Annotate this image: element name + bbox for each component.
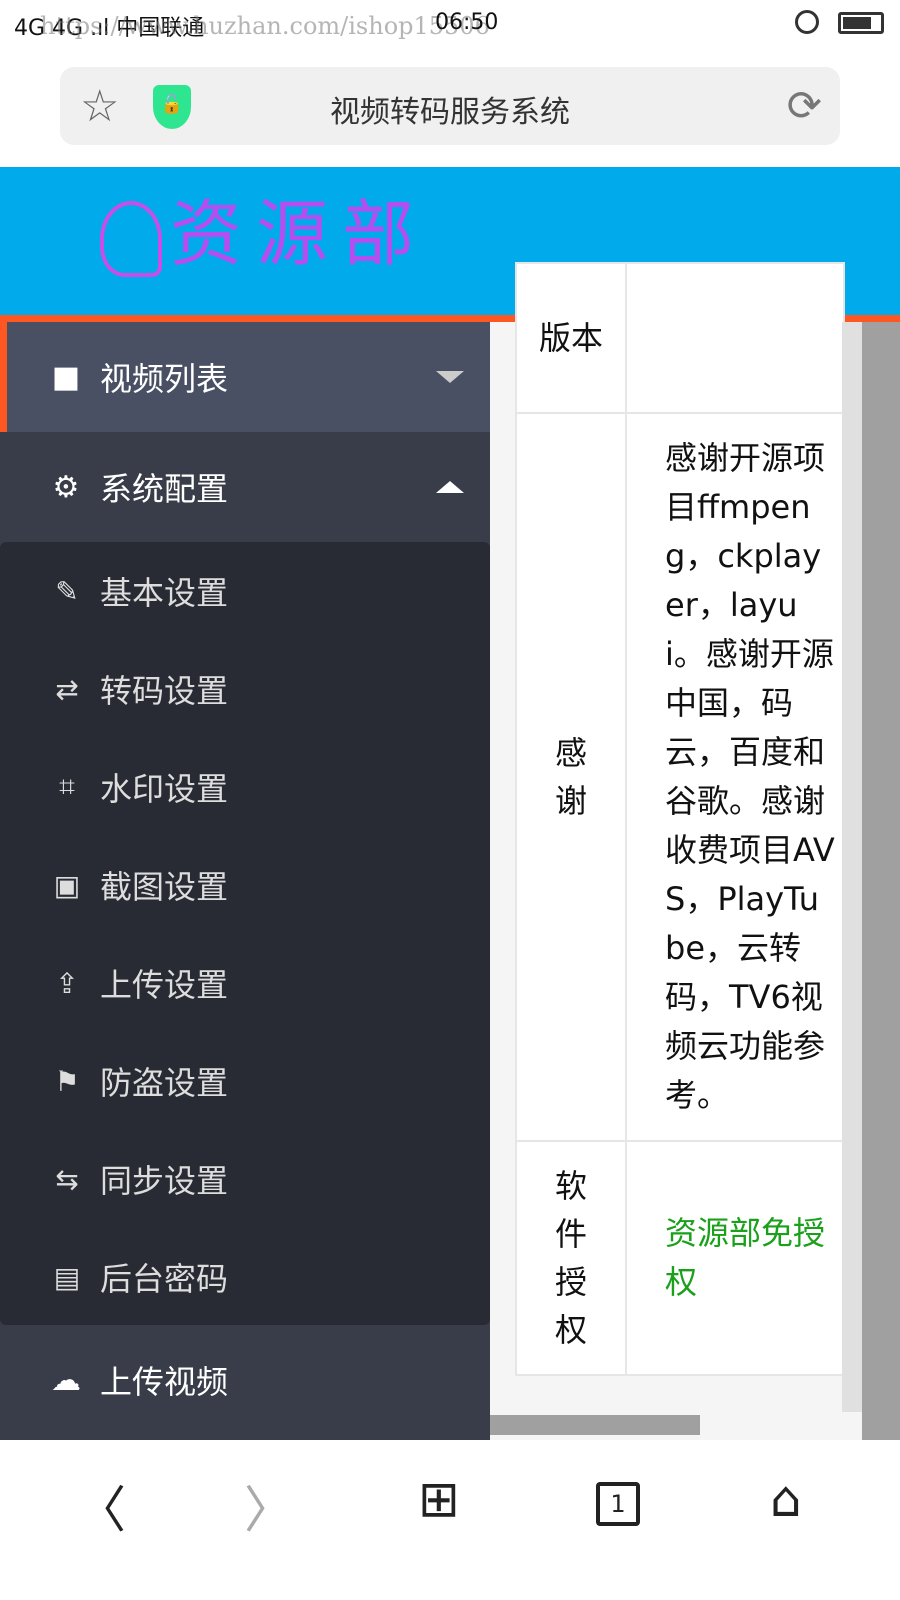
crop-icon: ⌗: [59, 770, 75, 803]
sidebar-subitem[interactable]: ⇪ 上传设置: [0, 934, 490, 1032]
main-content: 版本 感谢 感谢开源项目ffmpeng，ckplayer，layui。感谢开源中国…: [490, 262, 900, 1440]
sidebar-subitem[interactable]: ✎ 基本设置: [0, 542, 490, 640]
sidebar-subitem[interactable]: ⇆ 同步设置: [0, 1130, 490, 1228]
sidebar-item-video-list[interactable]: ■ 视频列表: [0, 322, 490, 432]
table-row: 版本: [515, 262, 845, 414]
forward-icon[interactable]: 〉: [244, 1470, 294, 1542]
submenu: ✎ 基本设置 ⇄ 转码设置 ⌗ 水印设置 ▣ 截图设置 ⇪ 上传设置 ⚑ 防盗设置 ⇆ 同步设置 ▤ 后台密码: [0, 542, 490, 1325]
vertical-scrollbar[interactable]: [862, 322, 900, 1440]
back-icon[interactable]: 〈: [76, 1470, 126, 1542]
edit-icon: ✎: [55, 574, 79, 608]
sidebar-subitem[interactable]: ⇄ 转码设置: [0, 640, 490, 738]
watermark: https://www.huzhan.com/ishop15506: [40, 12, 490, 40]
license-value: 资源部免授权: [625, 1140, 845, 1376]
contact-icon: ▤: [53, 1260, 81, 1294]
sidebar-subitem[interactable]: ▤ 后台密码: [0, 1228, 490, 1326]
sidebar-subitem[interactable]: ⌗ 水印设置: [0, 738, 490, 836]
table-row: 软件授权 资源部免授权: [515, 1140, 845, 1376]
status-bar: 4G 4G .ıl 中国联通 https://www.huzhan.com/is…: [0, 0, 900, 50]
logo[interactable]: 资源部: [100, 175, 428, 280]
alarm-icon: [795, 10, 819, 34]
battery-icon: [838, 12, 884, 34]
cloud-upload-icon: ☁: [51, 1362, 81, 1398]
row-key: 感谢: [515, 412, 627, 1142]
chevron-up-icon: [436, 481, 464, 493]
sidebar: ■ 视频列表 ⚙ 系统配置 ✎ 基本设置 ⇄ 转码设置 ⌗ 水印设置 ▣ 截图设置 ⇪ 上传设置 ⚑…: [0, 322, 490, 1440]
page-title[interactable]: 视频转码服务系统: [60, 87, 840, 131]
table-row: 感谢 感谢开源项目ffmpeng，ckplayer，layui。感谢开源中国，码云…: [515, 412, 845, 1142]
image-icon: ▣: [53, 868, 81, 902]
flag-icon: ⚑: [54, 1064, 80, 1098]
reload-icon[interactable]: ⟳: [787, 81, 822, 130]
tabs-button[interactable]: 1: [596, 1482, 640, 1526]
menu-grid-icon[interactable]: ⊞: [418, 1470, 460, 1528]
logo-head-icon: [100, 201, 162, 278]
upload-icon: ⇪: [55, 966, 79, 1000]
clock: 06:50: [435, 10, 499, 35]
row-value: [625, 262, 845, 414]
home-icon[interactable]: ⌂: [770, 1470, 802, 1528]
browser-bottom-bar: 〈 〉 ⊞ 1 ⌂: [0, 1440, 900, 1600]
video-camera-icon: ■: [51, 359, 81, 395]
scroll-track: [842, 322, 862, 1412]
exchange-icon: ⇆: [55, 1162, 79, 1196]
sidebar-subitem[interactable]: ▣ 截图设置: [0, 836, 490, 934]
horizontal-scrollbar[interactable]: [490, 1415, 700, 1435]
chevron-down-icon: [436, 371, 464, 383]
sidebar-item-upload-video[interactable]: ☁ 上传视频: [0, 1325, 490, 1435]
info-table: 版本 感谢 感谢开源项目ffmpeng，ckplayer，layui。感谢开源中国…: [515, 262, 845, 1376]
address-bar[interactable]: ☆ 🔓 视频转码服务系统 ⟳: [60, 67, 840, 145]
gear-icon: ⚙: [52, 469, 80, 505]
sidebar-subitem[interactable]: ⚑ 防盗设置: [0, 1032, 490, 1130]
row-key: 软件授权: [515, 1140, 627, 1376]
retweet-icon: ⇄: [55, 672, 79, 706]
sidebar-item-system-config[interactable]: ⚙ 系统配置: [0, 432, 490, 542]
row-value: 感谢开源项目ffmpeng，ckplayer，layui。感谢开源中国，码云，百…: [625, 412, 845, 1142]
row-key: 版本: [515, 262, 627, 414]
